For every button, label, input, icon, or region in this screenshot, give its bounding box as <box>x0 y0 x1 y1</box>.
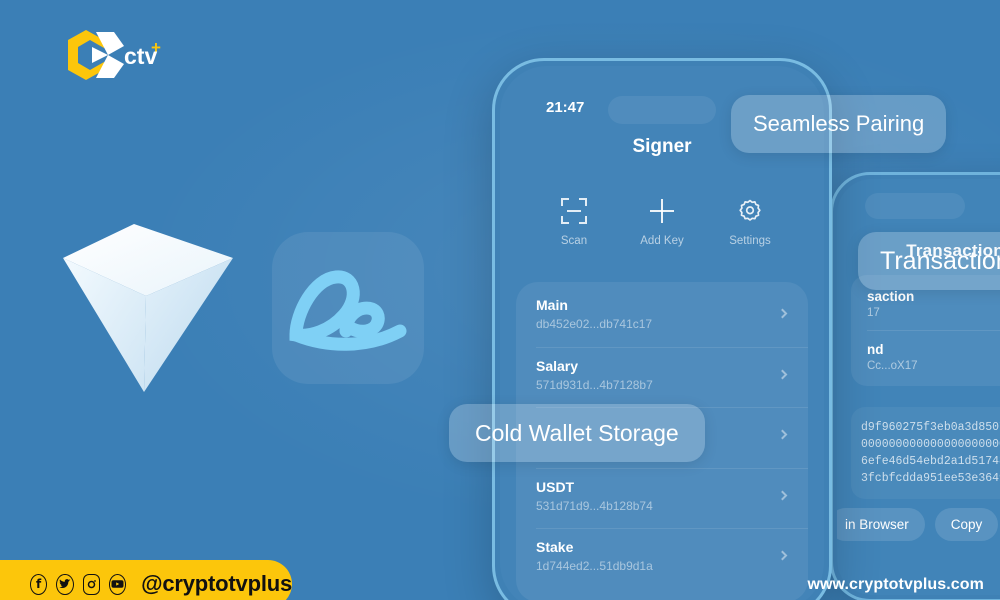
wallet-list-item[interactable]: USDT 531d71d9...4b128b74 <box>516 467 808 529</box>
twitter-icon[interactable] <box>56 573 74 595</box>
social-bar: f @cryptotvplus <box>0 560 292 600</box>
row-value: Cc...oX17 <box>867 360 918 372</box>
action-label: Add Key <box>640 235 684 247</box>
transaction-row: nd Cc...oX17 <box>867 342 1000 372</box>
wallet-address: 531d71d9...4b128b74 <box>536 498 653 513</box>
action-label: Settings <box>729 235 771 247</box>
wallet-address: 1d744ed2...51db9d1a <box>536 559 653 573</box>
transaction-card: saction 17 nd Cc...oX17 <box>851 275 1000 386</box>
ctv-logo: ctv + <box>52 24 162 86</box>
badge-seamless-pairing: Seamless Pairing <box>731 95 947 153</box>
scan-icon <box>561 198 587 224</box>
dynamic-island <box>865 193 965 219</box>
wallet-list-item[interactable]: Stake 1d744ed2...51db9d1a <box>516 528 808 589</box>
wallet-name: Salary <box>536 357 579 374</box>
open-in-browser-button[interactable]: in Browser <box>837 508 925 541</box>
ledger-live-icon <box>272 232 424 384</box>
plus-icon <box>649 198 675 224</box>
wallet-list-item[interactable]: Main db452e02...db741c17 <box>516 286 808 347</box>
row-label: nd <box>867 342 884 357</box>
divider <box>867 330 1000 331</box>
chevron-right-icon <box>777 429 788 440</box>
wallet-address: db452e02...db741c17 <box>536 317 653 331</box>
row-label: saction <box>867 289 915 304</box>
row-value: 17 <box>867 307 880 319</box>
action-settings[interactable]: Settings <box>710 198 790 247</box>
badge-cold-wallet-storage: Cold Wallet Storage <box>449 404 705 462</box>
action-label: Scan <box>560 235 588 247</box>
action-scan[interactable]: Scan <box>534 198 614 247</box>
hex-line: 6efe46d54ebd2a1d51748768 <box>861 455 1000 468</box>
wallet-name: Stake <box>536 539 574 555</box>
website-url: www.cryptotvplus.com <box>807 576 984 593</box>
transaction-actions: in Browser Copy <box>837 508 1000 541</box>
facebook-icon[interactable]: f <box>30 573 48 595</box>
gear-icon <box>737 198 763 224</box>
hex-line: d9f960275f3eb0a3d8507663 <box>861 421 1000 434</box>
hex-line: 000000000000000000000001 <box>861 438 1000 451</box>
youtube-icon[interactable] <box>108 573 127 595</box>
status-time: 21:47 <box>546 99 585 116</box>
poster-canvas: ctv + Transaction saction 17 nd Cc...oX1… <box>0 0 1000 600</box>
instagram-icon[interactable] <box>82 573 100 595</box>
action-add-key[interactable]: Add Key <box>622 198 702 247</box>
badge-transaction: Transaction <box>858 232 1000 290</box>
dynamic-island <box>608 96 716 124</box>
logo-plus-icon: + <box>151 38 161 57</box>
wallet-list-item[interactable]: Salary 571d931d...4b7128b7 <box>516 346 808 408</box>
ton-diamond-icon <box>58 222 238 397</box>
wallet-name: Main <box>536 297 568 313</box>
quick-actions: Scan Add Key Settings <box>530 198 794 247</box>
transaction-row: saction 17 <box>867 289 1000 319</box>
raw-transaction-hex: d9f960275f3eb0a3d8507663 000000000000000… <box>851 407 1000 499</box>
social-handle: @cryptotvplus <box>141 571 292 596</box>
wallet-name: USDT <box>536 478 575 495</box>
wallet-address: 571d931d...4b7128b7 <box>536 377 653 392</box>
copy-button[interactable]: Copy <box>934 508 999 541</box>
hex-line: 3fcbfcdda951ee53e3649df0 <box>861 472 1000 485</box>
